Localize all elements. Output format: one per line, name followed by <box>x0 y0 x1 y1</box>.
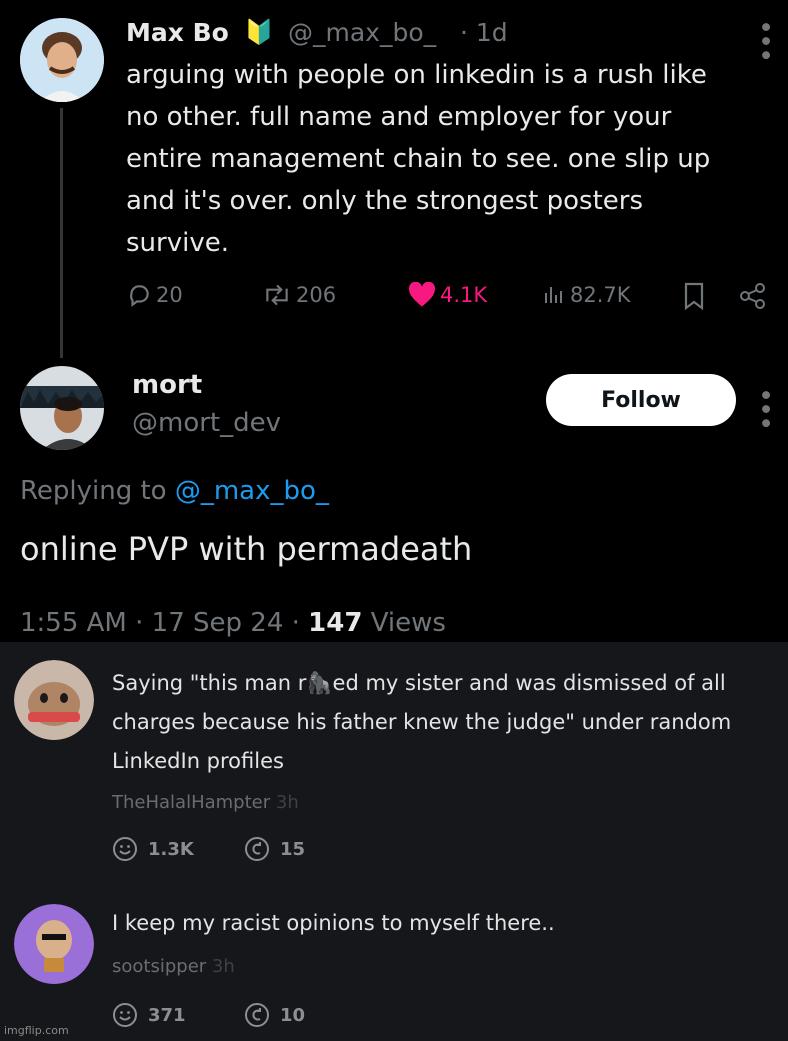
repost-icon <box>245 837 269 861</box>
reply-more-icon[interactable]: ••• <box>752 388 777 430</box>
tweet-text: arguing with people on linkedin is a rus… <box>126 54 776 264</box>
comment-text-line: charges because his father knew the judg… <box>112 710 732 734</box>
tweet-handle[interactable]: @_max_bo_ <box>288 18 436 47</box>
views-button[interactable]: 82.7K <box>542 282 631 308</box>
views-icon <box>545 287 562 303</box>
views-count: 82.7K <box>570 283 631 307</box>
tweet-text-line: arguing with people on linkedin is a rus… <box>126 60 707 90</box>
retweet-count: 206 <box>296 283 337 307</box>
reply-meta: 1:55 AM · 17 Sep 24 · 147 Views <box>20 608 446 638</box>
react-button[interactable]: 1.3K <box>112 836 194 862</box>
comment-age: 3h <box>211 956 235 977</box>
reply-timestamp[interactable]: 1:55 AM · 17 Sep 24 · <box>20 608 300 638</box>
reply-handle[interactable]: @mort_dev <box>132 408 281 438</box>
bookmark-button[interactable] <box>682 282 706 310</box>
verified-badge-icon: 🔰 <box>244 18 274 46</box>
smiley-icon <box>113 837 137 861</box>
tweet-actions: 20 206 4.1K 82.7K <box>126 282 776 322</box>
smiley-icon <box>113 1003 137 1027</box>
reply-icon <box>130 285 149 307</box>
tweet-text-line: survive. <box>126 228 229 258</box>
tweet-author-name[interactable]: Max Bo <box>126 18 229 47</box>
share-count: 15 <box>280 838 306 860</box>
follow-button[interactable]: Follow <box>546 374 736 426</box>
repost-icon <box>245 1003 269 1027</box>
reply-views-count: 147 <box>308 608 363 638</box>
replying-to-link[interactable]: @_max_bo_ <box>175 476 329 506</box>
comments-section: Saying "this man r🦍ed my sister and was … <box>0 642 788 1041</box>
share-comment-button[interactable]: 15 <box>244 836 305 862</box>
replying-to-label: Replying to <box>20 476 167 506</box>
share-icon <box>740 283 765 309</box>
watermark: imgflip.com <box>4 1024 69 1037</box>
twitter-thread: Max Bo 🔰 @_max_bo_ · 1d ••• arguing with… <box>0 0 788 642</box>
comment-avatar[interactable] <box>14 904 94 984</box>
share-comment-button[interactable]: 10 <box>244 1002 305 1028</box>
tweet-text-line: and it's over. only the strongest poster… <box>126 186 644 216</box>
reaction-count: 1.3K <box>148 838 194 860</box>
share-button[interactable] <box>738 282 768 310</box>
replying-to: Replying to @_max_bo_ <box>20 476 329 506</box>
reaction-count: 371 <box>148 1004 186 1026</box>
retweet-icon <box>266 284 288 306</box>
reply-text: online PVP with permadeath <box>20 530 473 568</box>
react-button[interactable]: 371 <box>112 1002 186 1028</box>
share-count: 10 <box>280 1004 306 1026</box>
tweet-time[interactable]: · 1d <box>460 18 508 47</box>
comment-username[interactable]: sootsipper <box>112 956 206 977</box>
bookmark-icon <box>684 282 704 310</box>
comment-avatar[interactable] <box>14 660 94 740</box>
comment-text-line: LinkedIn profiles <box>112 749 284 773</box>
max-bo-avatar[interactable] <box>20 18 104 102</box>
like-count: 4.1K <box>440 283 488 307</box>
comment-text-line: Saying "this man r🦍ed my sister and was … <box>112 671 726 695</box>
reply-count: 20 <box>156 283 183 307</box>
thread-line <box>60 108 63 358</box>
mort-avatar[interactable] <box>20 366 104 450</box>
heart-icon <box>409 282 435 307</box>
comment-meta: TheHalalHampter 3h <box>112 792 299 813</box>
comment-text: I keep my racist opinions to myself ther… <box>112 904 782 943</box>
comment-text: Saying "this man r🦍ed my sister and was … <box>112 664 782 781</box>
reply-author-name[interactable]: mort <box>132 370 202 400</box>
comment-text-line: I keep my racist opinions to myself ther… <box>112 911 555 935</box>
tweet-text-line: entire management chain to see. one slip… <box>126 144 711 174</box>
comment-username[interactable]: TheHalalHampter <box>112 792 270 813</box>
tweet-text-line: no other. full name and employer for you… <box>126 102 672 132</box>
retweet-button[interactable]: 206 <box>262 282 336 308</box>
comment-age: 3h <box>275 792 299 813</box>
like-button[interactable]: 4.1K <box>408 282 487 308</box>
reply-button[interactable]: 20 <box>126 282 183 308</box>
comment-meta: sootsipper 3h <box>112 956 235 977</box>
reply-views-label: Views <box>370 608 446 638</box>
